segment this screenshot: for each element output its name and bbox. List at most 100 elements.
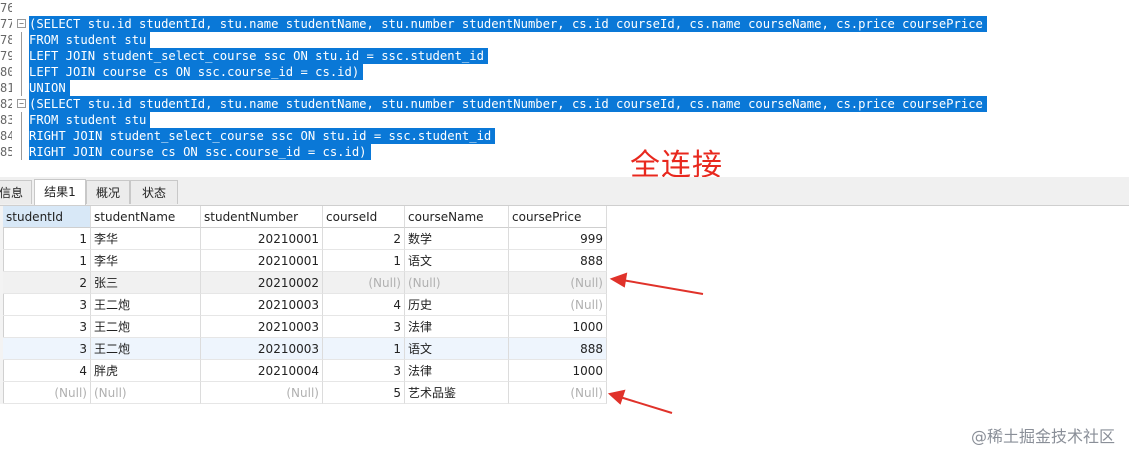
code-text: RIGHT JOIN student_select_course ssc ON … [29, 128, 496, 144]
table-cell[interactable]: 1 [323, 338, 405, 360]
fold-guide [21, 32, 22, 48]
table-cell[interactable]: 法律 [405, 360, 509, 382]
table-cell[interactable]: 2 [3, 272, 91, 294]
line-number: 79 [0, 49, 12, 63]
line-number: 77 [0, 17, 12, 31]
arrow-line-row8 [619, 396, 673, 414]
code-line[interactable]: 84 RIGHT JOIN student_select_course ssc O… [0, 128, 1129, 144]
table-cell[interactable]: 法律 [405, 316, 509, 338]
table-cell[interactable]: 王二炮 [91, 294, 201, 316]
table-cell[interactable]: (Null) [509, 294, 607, 316]
sql-editor[interactable]: 76 77− (SELECT stu.id studentId, stu.name … [0, 0, 1129, 176]
tab-info[interactable]: 信息 [0, 180, 32, 204]
line-number: 83 [0, 113, 12, 127]
table-cell[interactable]: 888 [509, 338, 607, 360]
table-cell[interactable]: (Null) [509, 272, 607, 294]
column-header-coursePrice[interactable]: coursePrice [509, 206, 607, 228]
fold-guide [21, 64, 22, 80]
table-cell[interactable]: 3 [323, 316, 405, 338]
table-cell[interactable]: 胖虎 [91, 360, 201, 382]
table-cell[interactable]: 3 [3, 338, 91, 360]
code-line[interactable]: 80 LEFT JOIN course cs ON ssc.course_id =… [0, 64, 1129, 80]
table-cell[interactable]: 张三 [91, 272, 201, 294]
line-number: 84 [0, 129, 12, 143]
line-number: 82 [0, 97, 12, 111]
table-cell[interactable]: 3 [323, 360, 405, 382]
fold-guide [21, 144, 22, 160]
arrow-head-row3 [609, 272, 628, 288]
table-cell[interactable]: 20210003 [201, 338, 323, 360]
arrow-head-row8 [607, 389, 626, 405]
column-header-courseId[interactable]: courseId [323, 206, 405, 228]
code-text: (SELECT stu.id studentId, stu.name stude… [29, 96, 987, 112]
table-cell[interactable]: 3 [3, 294, 91, 316]
table-cell[interactable]: 1 [3, 250, 91, 272]
column-header-studentName[interactable]: studentName [91, 206, 201, 228]
column-header-studentId[interactable]: studentId [3, 206, 91, 228]
table-cell[interactable]: 李华 [91, 228, 201, 250]
line-number: 76 [0, 1, 12, 15]
result-tabbar: 信息 结果1 概况 状态 [0, 177, 1129, 206]
table-cell[interactable]: 20210001 [201, 228, 323, 250]
line-number: 85 [0, 145, 12, 159]
code-text: LEFT JOIN course cs ON ssc.course_id = c… [29, 64, 364, 80]
code-line[interactable]: 82− (SELECT stu.id studentId, stu.name st… [0, 96, 1129, 112]
table-cell[interactable]: 艺术品鉴 [405, 382, 509, 404]
table-cell[interactable]: 5 [323, 382, 405, 404]
table-cell[interactable]: 4 [3, 360, 91, 382]
table-cell[interactable]: (Null) [405, 272, 509, 294]
table-cell[interactable]: 历史 [405, 294, 509, 316]
table-cell[interactable]: 3 [3, 316, 91, 338]
table-cell[interactable]: 语文 [405, 338, 509, 360]
tab-result1[interactable]: 结果1 [34, 179, 86, 205]
fold-guide [21, 48, 22, 64]
table-cell[interactable]: (Null) [3, 382, 91, 404]
table-cell[interactable]: (Null) [91, 382, 201, 404]
fold-guide [21, 112, 22, 128]
code-text: UNION [29, 80, 70, 96]
watermark: @稀土掘金技术社区 [970, 427, 1115, 446]
table-cell[interactable]: 888 [509, 250, 607, 272]
table-cell[interactable]: 1000 [509, 360, 607, 382]
fold-toggle-icon[interactable]: − [17, 19, 26, 28]
table-cell[interactable]: 20210003 [201, 294, 323, 316]
tab-overview[interactable]: 概况 [86, 180, 130, 204]
table-cell[interactable]: 999 [509, 228, 607, 250]
code-text: RIGHT JOIN course cs ON ssc.course_id = … [29, 144, 371, 160]
table-cell[interactable]: 语文 [405, 250, 509, 272]
code-text: FROM student stu [29, 32, 151, 48]
table-cell[interactable]: 1 [323, 250, 405, 272]
table-cell[interactable]: 4 [323, 294, 405, 316]
code-line[interactable]: 76 [0, 0, 1129, 16]
line-number: 78 [0, 33, 12, 47]
code-line[interactable]: 78 FROM student stu [0, 32, 1129, 48]
code-text: LEFT JOIN student_select_course ssc ON s… [29, 48, 488, 64]
code-text: (SELECT stu.id studentId, stu.name stude… [29, 16, 987, 32]
table-cell[interactable]: (Null) [509, 382, 607, 404]
tab-status[interactable]: 状态 [130, 180, 178, 204]
table-cell[interactable]: 王二炮 [91, 338, 201, 360]
table-cell[interactable]: 20210001 [201, 250, 323, 272]
column-header-courseName[interactable]: courseName [405, 206, 509, 228]
table-cell[interactable]: 20210003 [201, 316, 323, 338]
code-line[interactable]: 83 FROM student stu [0, 112, 1129, 128]
table-cell[interactable]: 20210004 [201, 360, 323, 382]
table-cell[interactable]: (Null) [323, 272, 405, 294]
code-line[interactable]: 77− (SELECT stu.id studentId, stu.name st… [0, 16, 1129, 32]
line-number: 81 [0, 81, 12, 95]
table-cell[interactable]: 数学 [405, 228, 509, 250]
code-line[interactable]: 79 LEFT JOIN student_select_course ssc ON… [0, 48, 1129, 64]
table-cell[interactable]: 1 [3, 228, 91, 250]
table-cell[interactable]: 王二炮 [91, 316, 201, 338]
code-text: FROM student stu [29, 112, 151, 128]
table-cell[interactable]: (Null) [201, 382, 323, 404]
column-header-studentNumber[interactable]: studentNumber [201, 206, 323, 228]
code-line[interactable]: 85 RIGHT JOIN course cs ON ssc.course_id … [0, 144, 1129, 160]
fold-toggle-icon[interactable]: − [17, 99, 26, 108]
table-cell[interactable]: 1000 [509, 316, 607, 338]
screen: 76 77− (SELECT stu.id studentId, stu.name … [0, 0, 1129, 461]
table-cell[interactable]: 20210002 [201, 272, 323, 294]
table-cell[interactable]: 2 [323, 228, 405, 250]
table-cell[interactable]: 李华 [91, 250, 201, 272]
code-line[interactable]: 81 UNION [0, 80, 1129, 96]
